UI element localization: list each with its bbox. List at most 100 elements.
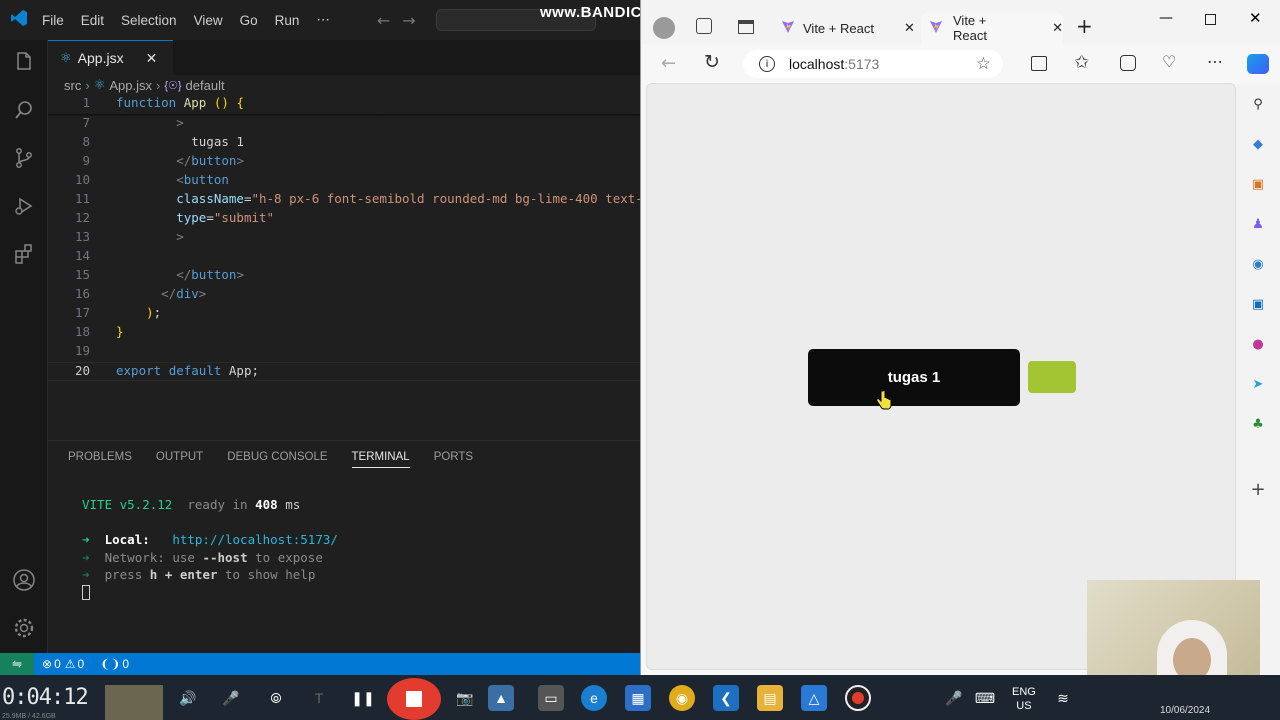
- record-icon[interactable]: [845, 685, 871, 711]
- add-sidebar-app-icon[interactable]: +: [1248, 479, 1268, 500]
- close-window-icon[interactable]: ✕: [1249, 9, 1262, 27]
- camera-icon[interactable]: 📷: [452, 685, 478, 711]
- ports-icon[interactable]: ❨❩: [100, 657, 120, 671]
- workspaces-icon[interactable]: [696, 18, 712, 34]
- manage-gear-icon[interactable]: [10, 614, 38, 642]
- extensions-icon[interactable]: [10, 240, 38, 268]
- close-tab-icon[interactable]: ✕: [904, 20, 915, 36]
- menu-run[interactable]: Run: [275, 13, 300, 28]
- text-icon[interactable]: T: [306, 685, 332, 711]
- wifi-icon[interactable]: ≋: [1050, 685, 1076, 711]
- favorite-star-icon[interactable]: ☆: [976, 54, 991, 74]
- refresh-icon[interactable]: ↻: [704, 51, 720, 73]
- more-menu-icon[interactable]: ⋯: [1207, 52, 1223, 71]
- tab-debug-console[interactable]: DEBUG CONSOLE: [227, 451, 327, 468]
- ports-count[interactable]: 0: [122, 657, 129, 671]
- explorer-icon[interactable]: [10, 48, 38, 76]
- microsoft-365-icon[interactable]: ◉: [1248, 254, 1268, 274]
- outlook-icon[interactable]: ▣: [1248, 294, 1268, 314]
- speaker-icon[interactable]: 🔊: [175, 685, 201, 711]
- browser-tab-bar: Vite + React ✕ Vite + React ✕ + — ✕: [641, 0, 1280, 44]
- submit-button[interactable]: [1028, 361, 1076, 393]
- edge-icon[interactable]: e: [581, 685, 607, 711]
- local-url-link[interactable]: http://localhost:5173/: [172, 532, 338, 547]
- search-icon[interactable]: [10, 96, 38, 124]
- menu-edit[interactable]: Edit: [81, 13, 104, 28]
- tab-problems[interactable]: PROBLEMS: [68, 451, 132, 468]
- task-view-icon[interactable]: ▭: [538, 685, 564, 711]
- tugas-1-button[interactable]: tugas 1: [808, 349, 1020, 406]
- language-indicator[interactable]: ENG US: [1012, 685, 1036, 713]
- vite-logo-icon: [781, 20, 795, 37]
- new-tab-icon[interactable]: +: [1076, 14, 1093, 38]
- games-icon[interactable]: ♟: [1248, 214, 1268, 234]
- remote-icon[interactable]: ⇋: [0, 653, 34, 675]
- menu-more[interactable]: ⋯: [316, 12, 330, 28]
- line-number: 7: [82, 115, 90, 130]
- tab-actions-icon[interactable]: [738, 20, 754, 34]
- browser-tab-1[interactable]: Vite + React ✕: [781, 12, 915, 44]
- search-icon[interactable]: ⚲: [1248, 94, 1268, 114]
- account-icon[interactable]: [10, 566, 38, 594]
- ready-ms: 408: [255, 497, 278, 512]
- tab-output[interactable]: OUTPUT: [156, 451, 203, 468]
- code-line: 9 </button>: [48, 153, 640, 172]
- shopping-icon[interactable]: ◆: [1248, 134, 1268, 154]
- close-tab-icon[interactable]: ✕: [146, 50, 158, 67]
- split-screen-icon[interactable]: [1031, 56, 1047, 71]
- taskbar-app-icon[interactable]: ▲: [488, 685, 514, 711]
- code-line: 12 type="submit": [48, 210, 640, 229]
- code-line: 11 className="h-8 px-6 font-semibold rou…: [48, 191, 643, 210]
- tab-terminal[interactable]: TERMINAL: [351, 451, 410, 468]
- tools-icon[interactable]: ▣: [1248, 174, 1268, 194]
- forward-arrow-icon[interactable]: →: [402, 11, 415, 30]
- warning-count[interactable]: 0: [78, 657, 85, 671]
- menu-selection[interactable]: Selection: [121, 13, 177, 28]
- profile-avatar[interactable]: [653, 17, 675, 39]
- code-editor[interactable]: 1 function App () {7 >8 tugas 19 </button…: [48, 95, 643, 395]
- chrome-icon[interactable]: ◉: [669, 685, 695, 711]
- microphone-icon[interactable]: 🎤: [218, 685, 244, 711]
- site-info-icon[interactable]: i: [759, 56, 775, 72]
- back-arrow-icon[interactable]: ←: [377, 11, 390, 30]
- maximize-icon[interactable]: [1205, 14, 1216, 25]
- code-token: export: [116, 363, 169, 378]
- breadcrumb-file[interactable]: App.jsx: [109, 78, 152, 93]
- tab-ports[interactable]: PORTS: [434, 451, 473, 468]
- close-tab-icon[interactable]: ✕: [1052, 20, 1063, 36]
- warning-icon[interactable]: ⚠: [65, 657, 76, 671]
- copilot-icon[interactable]: [1247, 54, 1269, 74]
- file-explorer-icon[interactable]: ▤: [757, 685, 783, 711]
- performance-icon[interactable]: ♡: [1162, 52, 1176, 71]
- source-control-icon[interactable]: [10, 144, 38, 172]
- error-count[interactable]: 0: [54, 657, 61, 671]
- breadcrumb-src[interactable]: src: [64, 78, 81, 93]
- cursor-effect-icon[interactable]: ⦾: [263, 685, 289, 711]
- menu-file[interactable]: File: [42, 13, 64, 28]
- drop-icon[interactable]: ♣: [1248, 414, 1268, 434]
- favorites-icon[interactable]: ✩: [1074, 52, 1089, 73]
- mic-tray-icon[interactable]: 🎤: [941, 685, 967, 711]
- error-icon[interactable]: ⊗: [42, 657, 52, 671]
- keyboard-icon[interactable]: ⌨: [972, 685, 998, 711]
- minimize-icon[interactable]: —: [1159, 10, 1173, 26]
- vscode-taskbar-icon[interactable]: ❮: [713, 685, 739, 711]
- menu-go[interactable]: Go: [240, 13, 258, 28]
- back-icon[interactable]: ←: [661, 53, 676, 74]
- designer-icon[interactable]: ●: [1248, 334, 1268, 354]
- app-icon[interactable]: △: [801, 685, 827, 711]
- stop-record-button[interactable]: [387, 678, 441, 720]
- browser-tab-2-active[interactable]: Vite + React ✕: [921, 12, 1063, 44]
- collections-icon[interactable]: [1120, 55, 1136, 71]
- tab-app-jsx[interactable]: ⚛ App.jsx ✕: [48, 40, 173, 75]
- url-field[interactable]: i localhost :5173 ☆: [743, 50, 1003, 78]
- run-debug-icon[interactable]: [10, 192, 38, 220]
- telegram-icon[interactable]: ➤: [1248, 374, 1268, 394]
- terminal-output[interactable]: VITE v5.2.12 ready in 408 ms ➜ Local: ht…: [82, 497, 338, 602]
- help-press: press: [104, 567, 143, 582]
- store-icon[interactable]: ▦: [625, 685, 651, 711]
- pause-icon[interactable]: ❚❚: [350, 685, 376, 711]
- menu-view[interactable]: View: [194, 13, 223, 28]
- network-text: Network: use: [104, 549, 195, 565]
- breadcrumb-symbol[interactable]: default: [186, 78, 225, 93]
